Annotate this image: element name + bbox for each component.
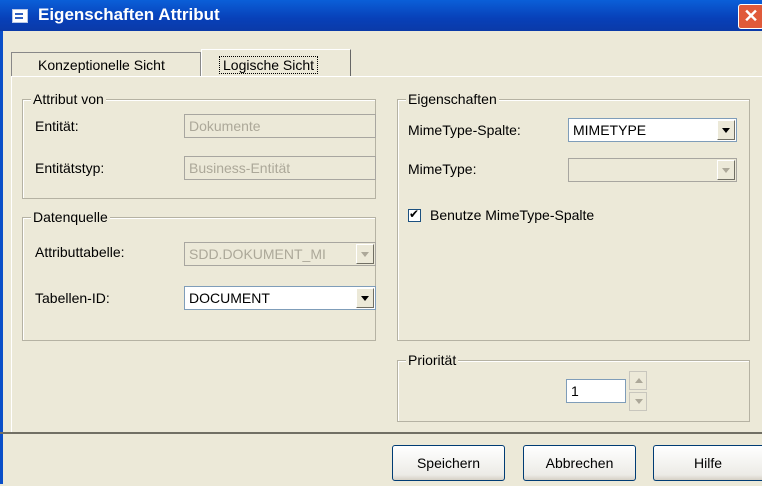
prioritaet-input[interactable]: 1 [566,379,626,403]
tab-konzeptionelle-sicht[interactable]: Konzeptionelle Sicht [11,52,201,77]
hilfe-button[interactable]: Hilfe [653,445,762,481]
tab-panel: Attribut von Entität: Dokumente Entitäts… [11,76,762,433]
tab-label: Logische Sicht [218,56,319,74]
entitaetstyp-field: Business-Entität [184,156,376,180]
group-attribut-von: Attribut von Entität: Dokumente Entitäts… [22,91,376,199]
title-bar: Eigenschaften Attribut ✕ [0,0,762,31]
button-bar [0,432,762,486]
checkbox-label: Benutze MimeType-Spalte [430,207,595,223]
close-button[interactable]: ✕ [738,4,762,29]
chevron-down-icon [356,244,374,264]
group-eigenschaften: Eigenschaften MimeType-Spalte: MIMETYPE … [397,91,750,341]
mimetype-spalte-label: MimeType-Spalte: [408,122,521,138]
group-prioritaet: Priorität 1 [397,352,750,422]
window-title: Eigenschaften Attribut [38,5,220,24]
chevron-down-icon [717,160,735,180]
entitaet-value: Dokumente [189,118,261,134]
entitaet-field: Dokumente [184,114,376,138]
group-datenquelle: Datenquelle Attributtabelle: SDD.DOKUMEN… [22,209,376,341]
spin-down-icon[interactable] [629,392,647,411]
abbrechen-button[interactable]: Abbrechen [523,445,636,481]
mimetype-select [568,158,737,182]
benutze-mimetype-spalte-checkbox[interactable] [408,207,421,222]
mimetype-label: MimeType: [408,161,477,177]
group-legend: Attribut von [31,91,106,107]
prioritaet-spinner[interactable] [629,371,647,411]
tab-label: Konzeptionelle Sicht [38,57,165,73]
spin-up-icon[interactable] [629,371,647,390]
mimetype-spalte-select[interactable]: MIMETYPE [568,118,737,142]
entitaetstyp-label: Entitätstyp: [35,160,105,176]
window-app-icon [12,9,28,23]
tabellen-id-value: DOCUMENT [189,290,270,306]
chevron-down-icon[interactable] [717,120,735,140]
prioritaet-value: 1 [571,383,579,399]
attributtabelle-value: SDD.DOKUMENT_MI [189,246,326,262]
tab-logische-sicht[interactable]: Logische Sicht [201,49,351,77]
tabellen-id-select[interactable]: DOCUMENT [184,286,376,310]
attributtabelle-select: SDD.DOKUMENT_MI [184,242,376,266]
window-frame-left [0,31,3,484]
tabellen-id-label: Tabellen-ID: [35,290,110,306]
entitaetstyp-value: Business-Entität [189,160,291,176]
mimetype-spalte-value: MIMETYPE [573,122,647,138]
speichern-button[interactable]: Speichern [392,445,505,481]
group-legend: Datenquelle [31,209,110,225]
chevron-down-icon[interactable] [356,288,374,308]
entitaet-label: Entität: [35,118,79,134]
group-legend: Priorität [406,352,459,368]
attributtabelle-label: Attributtabelle: [35,244,125,260]
group-legend: Eigenschaften [406,91,499,107]
